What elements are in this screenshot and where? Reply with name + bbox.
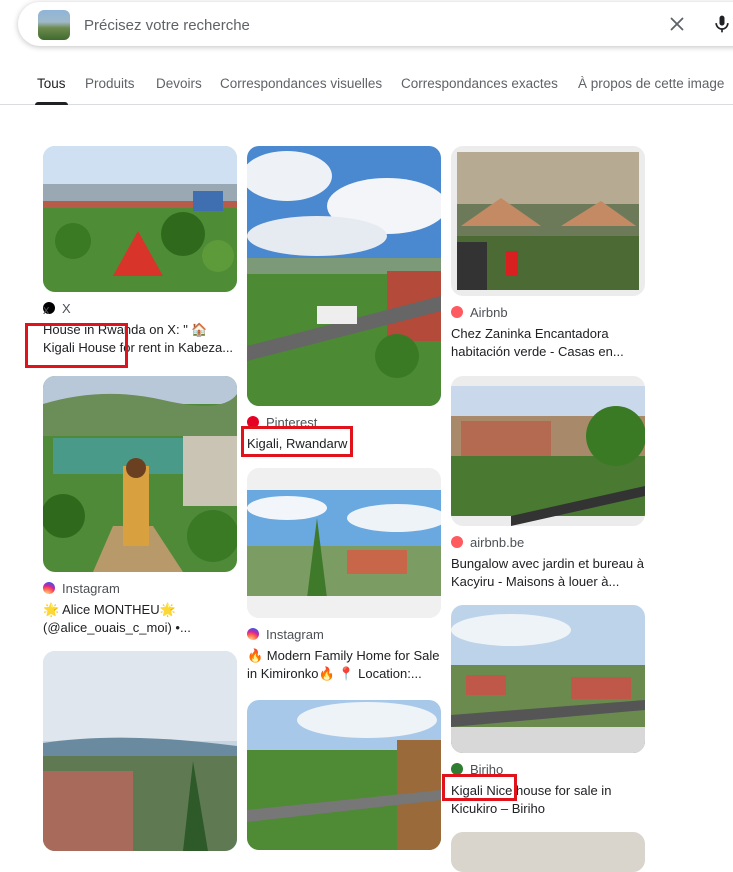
result-card[interactable]: Pinterest Kigali, Rwandarw: [247, 146, 441, 453]
tab-tous[interactable]: Tous: [35, 76, 68, 105]
result-source: Pinterest: [247, 414, 441, 430]
result-image[interactable]: [451, 376, 645, 526]
result-card[interactable]: airbnb.be Bungalow avec jardin et bureau…: [451, 376, 645, 591]
source-name: Airbnb: [470, 304, 508, 320]
result-title[interactable]: Kigali Nice house for sale in Kicukiro –…: [451, 782, 645, 818]
result-title[interactable]: Bungalow avec jardin et bureau à Kacyiru…: [451, 555, 645, 591]
result-source: X: [43, 300, 237, 316]
result-card[interactable]: [43, 651, 237, 851]
instagram-logo-icon: [43, 582, 55, 594]
result-source: Biriho: [451, 761, 645, 777]
close-icon[interactable]: [666, 13, 688, 35]
result-card[interactable]: Instagram 🔥 Modern Family Home for Sale …: [247, 468, 441, 683]
result-title[interactable]: Chez Zaninka Encantadora habitación verd…: [451, 325, 645, 361]
source-name: airbnb.be: [470, 534, 525, 550]
result-card[interactable]: Airbnb Chez Zaninka Encantadora habitaci…: [451, 146, 645, 361]
result-source: Instagram: [247, 626, 441, 642]
result-image[interactable]: [43, 146, 237, 292]
result-image[interactable]: [451, 146, 645, 296]
result-card[interactable]: Instagram 🌟 Alice MONTHEU🌟 (@alice_ouais…: [43, 376, 237, 637]
tab-a-propos-image[interactable]: À propos de cette image: [578, 76, 724, 91]
result-image[interactable]: [247, 700, 441, 850]
result-title[interactable]: 🔥 Modern Family Home for Sale in Kimiron…: [247, 647, 441, 683]
result-source: Airbnb: [451, 304, 645, 320]
result-image[interactable]: [451, 605, 645, 753]
results-tabs: Tous Produits Devoirs Correspondances vi…: [0, 64, 733, 105]
tab-correspondances-exactes[interactable]: Correspondances exactes: [401, 76, 558, 91]
search-input[interactable]: [82, 12, 646, 38]
instagram-logo-icon: [247, 628, 259, 640]
source-name: Instagram: [266, 626, 324, 642]
search-bar: [18, 2, 733, 46]
result-title[interactable]: Kigali, Rwandarw: [247, 435, 441, 453]
biriho-logo-icon: [451, 763, 463, 775]
airbnb-logo-icon: [451, 536, 463, 548]
tab-produits[interactable]: Produits: [85, 76, 135, 91]
source-name: X: [62, 300, 71, 316]
result-image[interactable]: [247, 146, 441, 406]
result-image[interactable]: [43, 376, 237, 572]
result-source: airbnb.be: [451, 534, 645, 550]
source-name: Instagram: [62, 580, 120, 596]
source-name: Pinterest: [266, 414, 318, 430]
result-card[interactable]: [451, 832, 645, 872]
tab-devoirs[interactable]: Devoirs: [156, 76, 202, 91]
result-image[interactable]: [43, 651, 237, 851]
source-name: Biriho: [470, 761, 504, 777]
result-image[interactable]: [247, 468, 441, 618]
result-card[interactable]: X House in Rwanda on X: " 🏠 Kigali House…: [43, 146, 237, 357]
airbnb-logo-icon: [451, 306, 463, 318]
result-card[interactable]: [247, 700, 441, 850]
result-source: Instagram: [43, 580, 237, 596]
microphone-icon[interactable]: [712, 12, 732, 36]
query-image-thumbnail[interactable]: [38, 10, 70, 40]
result-image[interactable]: [451, 832, 645, 872]
result-title[interactable]: 🌟 Alice MONTHEU🌟 (@alice_ouais_c_moi) •.…: [43, 601, 237, 637]
pinterest-logo-icon: [247, 416, 259, 428]
x-logo-icon: [43, 302, 55, 314]
result-card[interactable]: Biriho Kigali Nice house for sale in Kic…: [451, 605, 645, 818]
result-title[interactable]: House in Rwanda on X: " 🏠 Kigali House f…: [43, 321, 237, 357]
tab-correspondances-visuelles[interactable]: Correspondances visuelles: [220, 76, 382, 91]
